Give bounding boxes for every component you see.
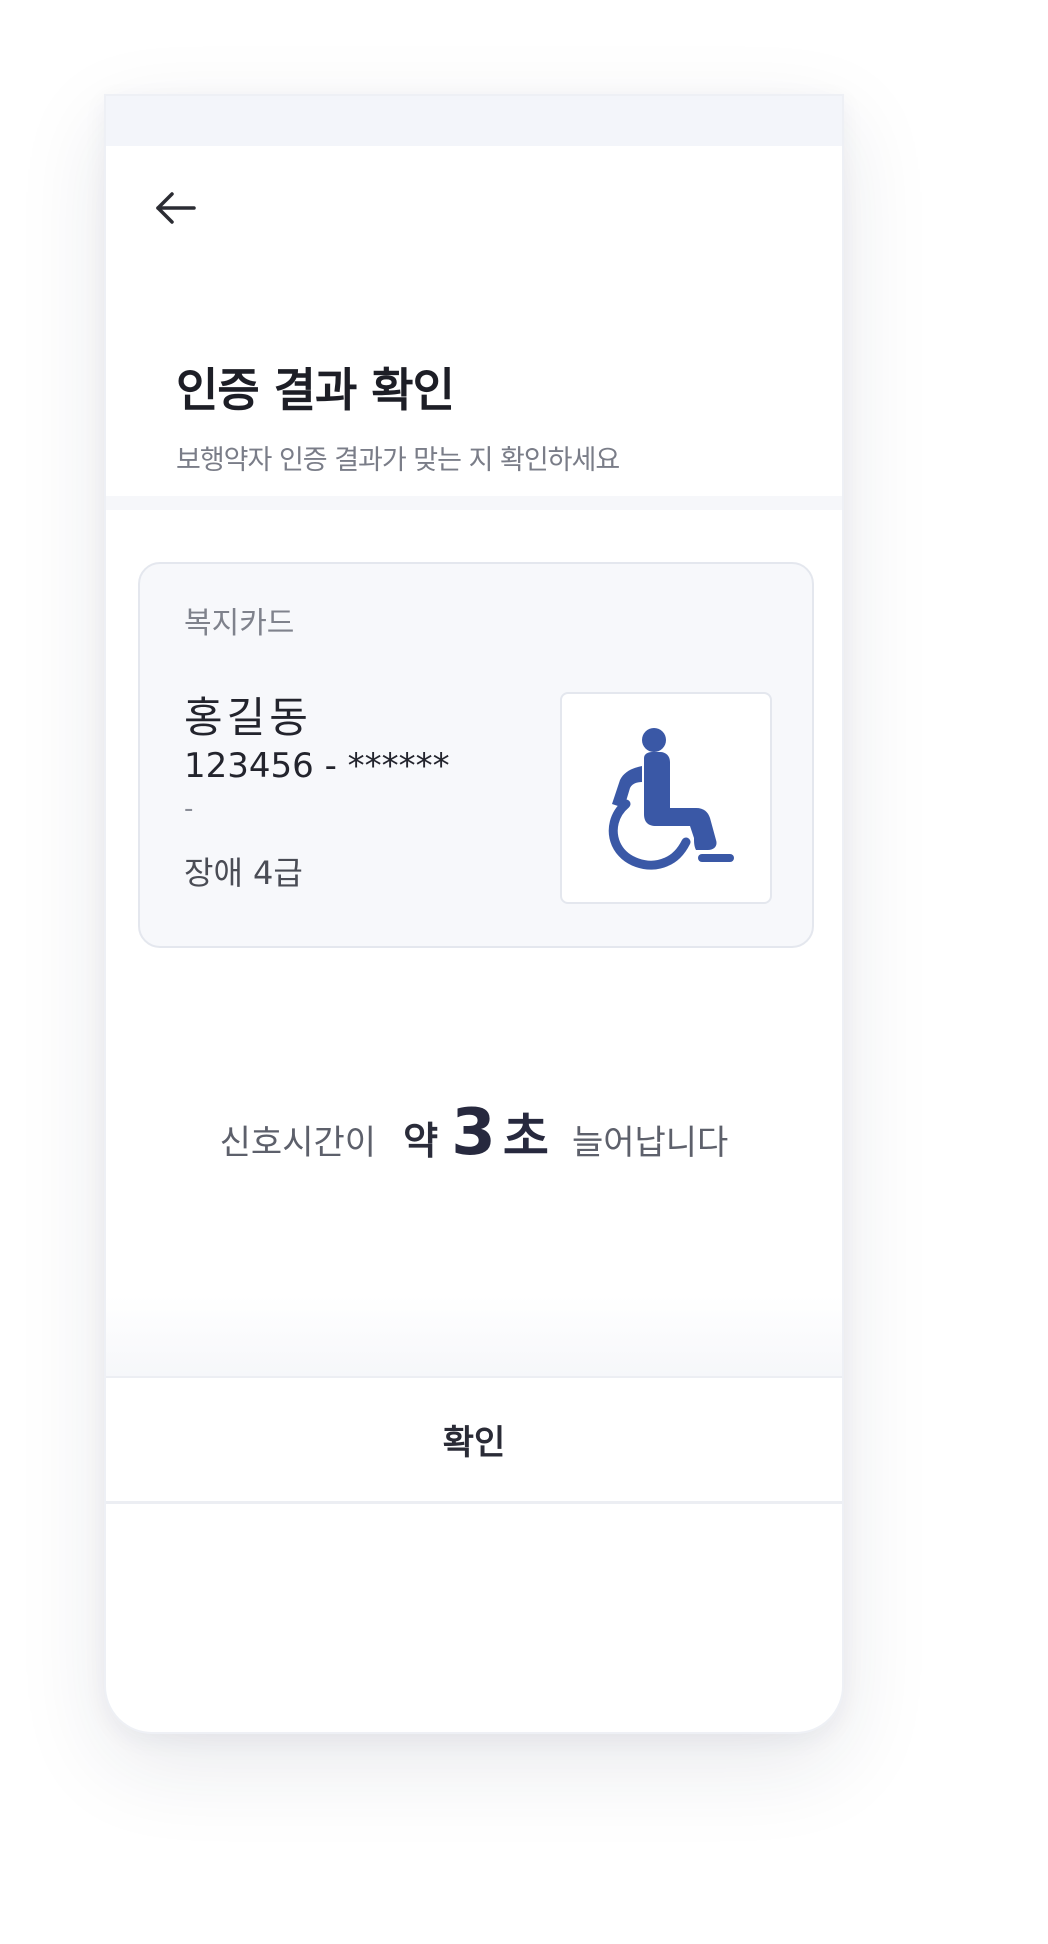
signal-seconds: 3 — [451, 1096, 496, 1170]
page-title: 인증 결과 확인 — [176, 363, 455, 417]
page-subtitle: 보행약자 인증 결과가 맞는 지 확인하세요 — [176, 445, 620, 476]
signal-prefix: 신호시간이 — [219, 1123, 377, 1163]
arrow-left-icon — [156, 192, 196, 224]
signal-about: 약 — [403, 1119, 439, 1163]
phone-screen: 인증 결과 확인 보행약자 인증 결과가 맞는 지 확인하세요 복지카드 홍길동… — [104, 94, 844, 1734]
signal-suffix: 늘어납니다 — [571, 1123, 729, 1163]
confirm-button-label: 확인 — [442, 1423, 506, 1463]
section-divider — [106, 496, 842, 510]
welfare-card: 복지카드 홍길동 123456 - ****** - 장애 4급 — [138, 562, 814, 948]
card-icon-box — [560, 692, 772, 904]
id-number: 123456 - ****** — [184, 746, 450, 786]
bottom-fade — [106, 1296, 842, 1376]
disability-grade: 장애 4급 — [184, 854, 303, 892]
back-button[interactable] — [148, 180, 204, 236]
confirm-button[interactable]: 확인 — [106, 1376, 842, 1504]
signal-time-notice: 신호시간이 약 3 초 늘어납니다 — [106, 1096, 842, 1170]
status-bar — [106, 96, 842, 146]
card-extra-line: - — [184, 794, 194, 824]
holder-name: 홍길동 — [184, 693, 312, 742]
wheelchair-icon — [608, 728, 734, 870]
signal-unit: 초 — [502, 1108, 549, 1166]
card-type-label: 복지카드 — [184, 606, 295, 641]
